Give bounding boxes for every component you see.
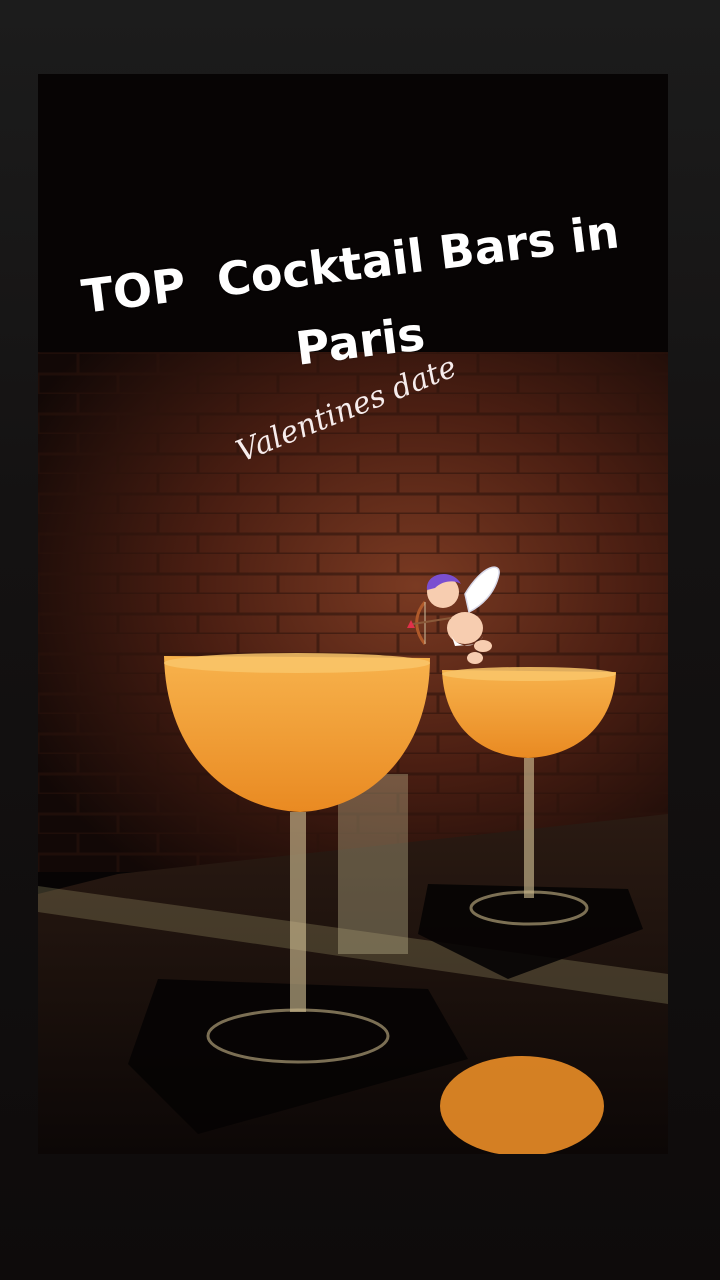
cocktail-photo-image [38,74,668,1154]
cupid-icon [403,554,503,669]
story-photo: TOP Cocktail Bars in Paris Valentines da… [38,74,668,1154]
